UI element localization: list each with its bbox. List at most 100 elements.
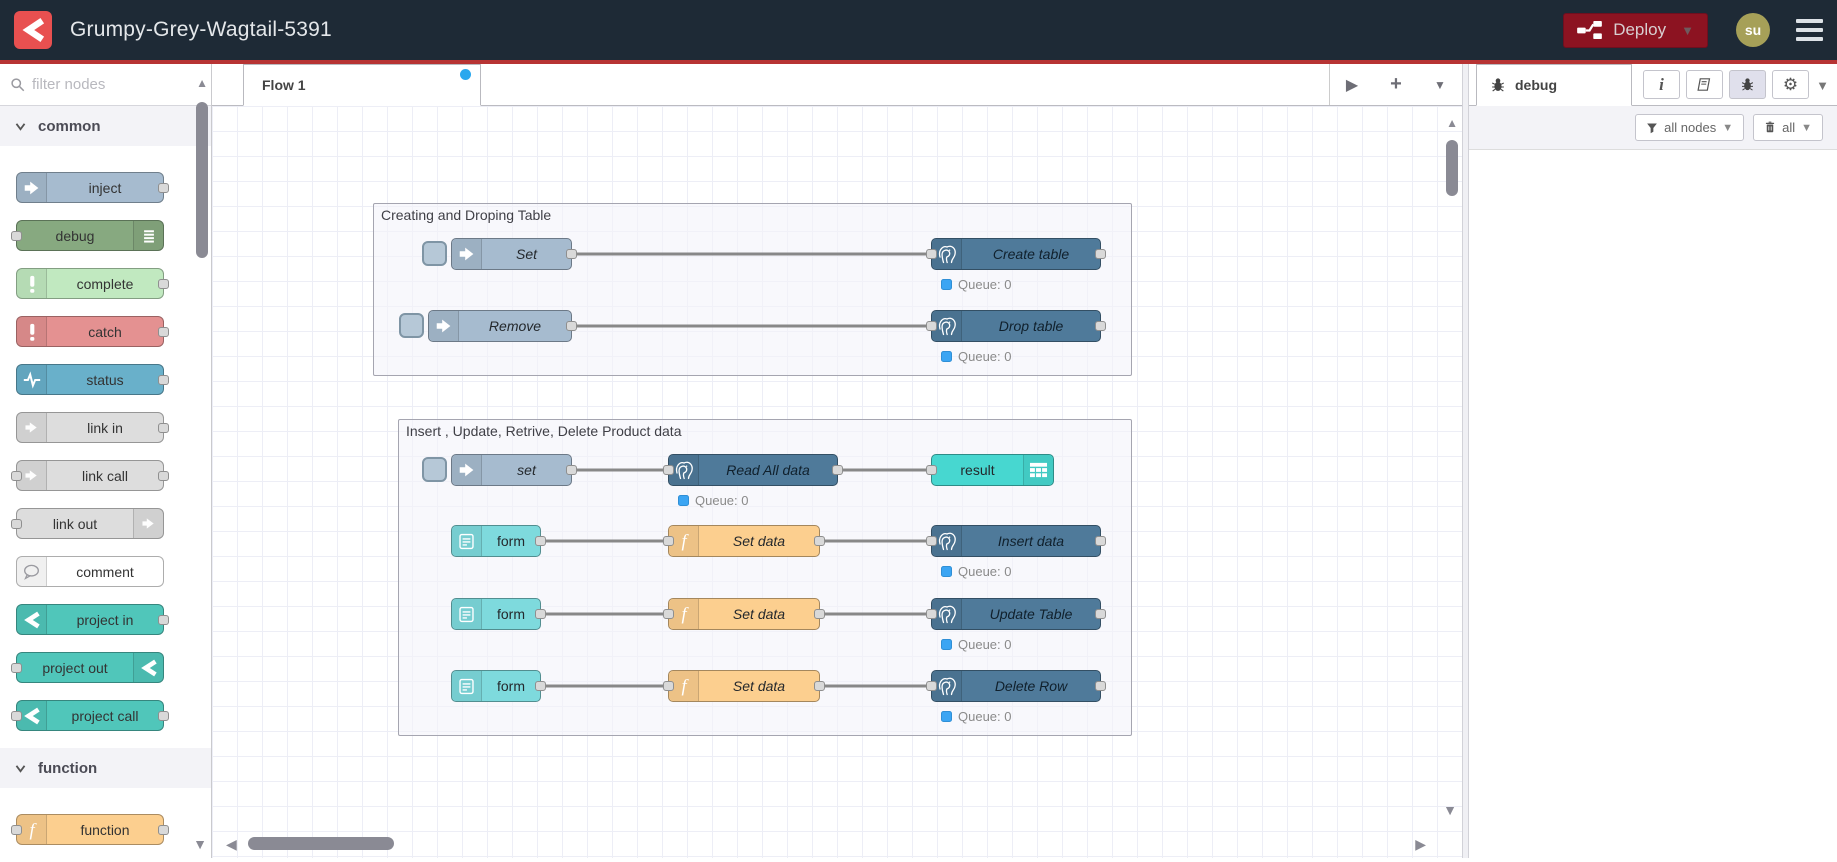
node-postgresql-Update-Table[interactable]: Update Table (926, 598, 1106, 630)
node-port-right[interactable] (158, 183, 169, 193)
palette-node-status[interactable]: status (16, 364, 169, 395)
node-port-right[interactable] (832, 465, 843, 475)
palette-node-complete[interactable]: complete (16, 268, 169, 299)
node-ui-table-result[interactable]: result (926, 454, 1054, 486)
palette-scroll-down[interactable]: ▼ (193, 836, 207, 852)
node-ui-form-form[interactable]: form (451, 598, 546, 630)
palette-category-common[interactable]: common (0, 106, 211, 146)
node-port-right[interactable] (814, 681, 825, 691)
node-port-right[interactable] (814, 609, 825, 619)
canvas-scroll-down[interactable]: ▼ (1443, 802, 1457, 818)
node-port-left[interactable] (926, 249, 937, 259)
node-port-right[interactable] (158, 825, 169, 835)
node-port-left[interactable] (663, 536, 674, 546)
palette-node-link-call[interactable]: link call (11, 460, 169, 491)
node-port-left[interactable] (926, 609, 937, 619)
node-port-right[interactable] (158, 471, 169, 481)
palette-node-function[interactable]: f function (11, 814, 169, 845)
palette-scrollbar-thumb[interactable] (196, 102, 208, 258)
palette-scroll-up[interactable]: ▲ (196, 76, 208, 90)
node-port-right[interactable] (158, 279, 169, 289)
node-postgresql-Drop-table[interactable]: Drop table (926, 310, 1106, 342)
debug-tab-button[interactable] (1729, 70, 1766, 99)
node-port-right[interactable] (535, 609, 546, 619)
node-function-Set-data[interactable]: f Set data (663, 598, 825, 630)
palette-node-link-out[interactable]: link out (11, 508, 164, 539)
node-port-left[interactable] (663, 681, 674, 691)
node-port-right[interactable] (158, 375, 169, 385)
node-port-left[interactable] (11, 519, 22, 529)
node-port-right[interactable] (566, 465, 577, 475)
inject-button[interactable] (422, 457, 447, 482)
palette-node-comment[interactable]: comment (16, 556, 164, 587)
node-port-right[interactable] (158, 423, 169, 433)
sidebar-resize-handle[interactable] (1462, 64, 1469, 858)
node-inject-set[interactable]: set (451, 454, 577, 486)
node-port-right[interactable] (1095, 681, 1106, 691)
palette-node-project-in[interactable]: project in (16, 604, 169, 635)
palette-category-function[interactable]: function (0, 748, 211, 788)
palette-node-debug[interactable]: debug (11, 220, 164, 251)
node-port-left[interactable] (926, 321, 937, 331)
node-postgresql-Delete-Row[interactable]: Delete Row (926, 670, 1106, 702)
node-port-right[interactable] (566, 321, 577, 331)
canvas-hscrollbar-thumb[interactable] (248, 837, 394, 850)
node-port-right[interactable] (158, 711, 169, 721)
palette-node-catch[interactable]: catch (16, 316, 169, 347)
palette-node-inject[interactable]: inject (16, 172, 169, 203)
help-tab-button[interactable] (1686, 70, 1723, 99)
node-port-right[interactable] (535, 681, 546, 691)
debug-messages-panel[interactable] (1469, 150, 1837, 858)
debug-clear-button[interactable]: all ▼ (1753, 114, 1823, 141)
node-port-right[interactable] (566, 249, 577, 259)
node-port-right[interactable] (158, 327, 169, 337)
node-port-right[interactable] (1095, 321, 1106, 331)
sidebar-options-caret[interactable]: ▼ (1816, 78, 1829, 93)
node-port-right[interactable] (158, 615, 169, 625)
node-port-right[interactable] (1095, 536, 1106, 546)
node-port-left[interactable] (11, 711, 22, 721)
node-port-left[interactable] (663, 465, 674, 475)
inject-button[interactable] (399, 313, 424, 338)
add-flow-button[interactable]: + (1374, 73, 1418, 96)
info-tab-button[interactable]: i (1643, 70, 1680, 99)
node-postgresql-Create-table[interactable]: Create table (926, 238, 1106, 270)
node-port-left[interactable] (11, 471, 22, 481)
next-flow-button[interactable]: ▶ (1330, 75, 1374, 95)
node-port-left[interactable] (926, 681, 937, 691)
node-function-Set-data[interactable]: f Set data (663, 670, 825, 702)
palette-node-project-out[interactable]: project out (11, 652, 164, 683)
canvas-scroll-left[interactable]: ◀ (226, 836, 237, 853)
config-nodes-button[interactable]: ⚙ (1772, 70, 1809, 99)
node-port-left[interactable] (11, 825, 22, 835)
node-function-Set-data[interactable]: f Set data (663, 525, 825, 557)
palette-search-input[interactable] (32, 76, 182, 93)
main-menu-button[interactable] (1796, 19, 1823, 41)
node-port-left[interactable] (663, 609, 674, 619)
node-ui-form-form[interactable]: form (451, 670, 546, 702)
flow-list-button[interactable]: ▼ (1418, 78, 1462, 92)
tab-flow-1[interactable]: Flow 1 (243, 64, 481, 106)
node-port-left[interactable] (926, 536, 937, 546)
user-avatar[interactable]: su (1736, 13, 1770, 47)
palette-node-project-call[interactable]: project call (11, 700, 169, 731)
node-port-left[interactable] (11, 231, 22, 241)
canvas-scroll-right[interactable]: ▶ (1415, 836, 1426, 853)
inject-button[interactable] (422, 241, 447, 266)
palette-node-link-in[interactable]: link in (16, 412, 169, 443)
node-ui-form-form[interactable]: form (451, 525, 546, 557)
node-inject-Set[interactable]: Set (451, 238, 577, 270)
node-postgresql-Insert-data[interactable]: Insert data (926, 525, 1106, 557)
node-port-left[interactable] (926, 465, 937, 475)
deploy-button[interactable]: Deploy ▼ (1563, 12, 1708, 48)
debug-filter-button[interactable]: all nodes ▼ (1635, 114, 1745, 141)
canvas-vscrollbar-thumb[interactable] (1446, 140, 1458, 196)
node-port-right[interactable] (535, 536, 546, 546)
node-port-right[interactable] (1095, 249, 1106, 259)
flow-canvas[interactable]: Creating and Droping Table Insert , Updat… (212, 106, 1462, 858)
node-inject-Remove[interactable]: Remove (428, 310, 577, 342)
node-port-right[interactable] (814, 536, 825, 546)
node-postgresql-Read-All-data[interactable]: Read All data (663, 454, 843, 486)
node-port-left[interactable] (11, 663, 22, 673)
node-port-right[interactable] (1095, 609, 1106, 619)
